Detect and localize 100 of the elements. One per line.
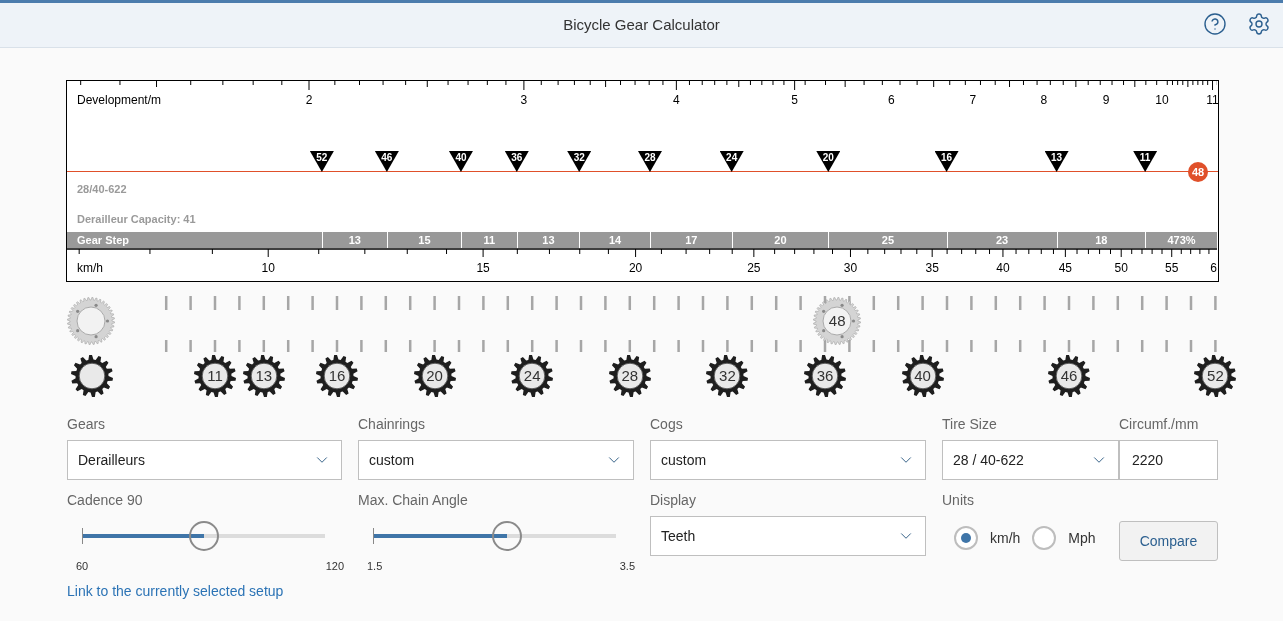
teeth-count: 28 [621, 368, 639, 384]
gear-marker: 36 [504, 151, 529, 172]
tick-label: 55 [1165, 260, 1179, 277]
gear-marker: 20 [816, 151, 841, 172]
tick-label: 6 [1210, 260, 1217, 277]
slider-min-label: 60 [76, 559, 89, 574]
axis-label: km/h [77, 260, 103, 277]
selected-chainring-badge: 48 [1188, 162, 1208, 182]
compare-button[interactable]: Compare [1119, 521, 1218, 561]
dropdown[interactable]: Derailleurs [67, 440, 342, 480]
gear-marker: 28 [637, 151, 662, 172]
gear-marker: 40 [448, 151, 473, 172]
tick-label: 10 [261, 260, 275, 277]
tick-label: 35 [925, 260, 939, 277]
field-label: Cogs [650, 415, 684, 434]
tick-label: 4 [673, 92, 680, 109]
dropdown[interactable]: custom [650, 440, 926, 480]
gear-step-cell: 473% [1145, 232, 1217, 248]
gear-step-cell: 20 [731, 232, 829, 248]
field-label: Cadence 90 [67, 491, 144, 510]
cog-icon [412, 354, 457, 398]
gear-marker: 13 [1044, 151, 1069, 172]
help-icon[interactable] [1203, 12, 1227, 36]
cog-icon [193, 354, 237, 398]
gear-step-cell: 13 [516, 232, 580, 248]
cog-icon [315, 354, 359, 398]
axis-label: Development/m [77, 92, 162, 109]
gear-step-cell: 14 [579, 232, 650, 248]
teeth-count: 24 [523, 368, 541, 384]
tick-label: 30 [843, 260, 858, 277]
tick-label: 45 [1058, 260, 1073, 277]
dropdown[interactable]: 28 / 40-622 [942, 440, 1119, 480]
slider-thumb[interactable] [188, 521, 219, 551]
teeth-count: 11 [207, 368, 223, 384]
gear-step-cell: 15 [386, 232, 461, 248]
tick-label: 25 [747, 260, 761, 277]
teeth-count: 16 [328, 368, 346, 384]
gear-step-cell: 23 [946, 232, 1057, 248]
window-title: Bicycle Gear Calculator [563, 14, 720, 35]
cog-icon [1047, 354, 1091, 398]
field-label: Gears [67, 415, 107, 434]
gear-marker: 16 [934, 151, 959, 172]
field-label: Max. Chain Angle [358, 491, 469, 510]
setup-link[interactable]: Link to the currently selected setup [67, 580, 1219, 602]
tick-label: 20 [628, 260, 643, 277]
cog-icon [70, 354, 114, 398]
cog-icon [705, 354, 750, 398]
radio-option[interactable]: km/h [954, 526, 1021, 550]
radio-button[interactable] [1032, 526, 1057, 550]
tick-label: 8 [1040, 92, 1048, 109]
field-label: Units [942, 491, 975, 510]
gear-step-cell: Gear Step [67, 232, 322, 248]
slider-min-label: 1.5 [367, 559, 383, 574]
slider-max-label: 3.5 [619, 559, 635, 574]
dropdown[interactable]: Teeth [650, 516, 926, 556]
tick-label: 15 [476, 260, 490, 277]
gear-marker: 32 [567, 151, 592, 172]
gear-marker: 52 [309, 151, 334, 172]
slider-max-label: 120 [325, 559, 344, 574]
teeth-count: 48 [828, 313, 846, 329]
field-label: Circumf./mm [1119, 415, 1200, 434]
cog-icon [1193, 354, 1238, 398]
radio-button[interactable] [954, 526, 978, 550]
tick-label: 11 [1206, 92, 1218, 109]
slider-track[interactable] [373, 534, 616, 538]
teeth-count: 20 [426, 368, 443, 384]
cog-icon [900, 354, 945, 398]
cog-icon [510, 354, 555, 398]
field-label: Display [650, 491, 697, 510]
tick-label: 5 [791, 92, 798, 109]
gear-step-cell: 11 [460, 232, 517, 248]
tick-label: 40 [996, 260, 1010, 277]
gear-marker: 24 [719, 151, 744, 172]
cog-icon [803, 354, 847, 398]
settings-icon[interactable] [1247, 12, 1271, 36]
radio-option[interactable]: Mph [1032, 526, 1096, 550]
gear-step-cell: 25 [828, 232, 947, 248]
teeth-count: 13 [255, 368, 273, 384]
info-text: 28/40-622 [77, 182, 127, 197]
gear-step-cell: 18 [1056, 232, 1146, 248]
tick-label: 10 [1155, 92, 1169, 109]
teeth-count: 32 [719, 368, 736, 384]
cog-icon [607, 354, 652, 398]
slider-thumb[interactable] [491, 521, 522, 551]
tick-label: 50 [1114, 260, 1128, 277]
tick-label: 6 [887, 92, 895, 109]
dropdown[interactable]: custom [358, 440, 634, 480]
slider-track[interactable] [82, 534, 325, 538]
info-text: Derailleur Capacity: 41 [77, 212, 196, 227]
gear-step-cell: 13 [321, 232, 387, 248]
gear-step-cell: 17 [649, 232, 732, 248]
field-label: Tire Size [942, 415, 998, 434]
tick-label: 2 [305, 92, 313, 109]
field-label: Chainrings [358, 415, 426, 434]
gear-marker: 46 [374, 151, 399, 172]
tick-label: 9 [1102, 92, 1110, 109]
circumference-input[interactable]: 2220 [1119, 440, 1218, 480]
gear-marker: 11 [1133, 151, 1158, 172]
chainring-icon [813, 297, 862, 345]
teeth-count: 52 [1207, 368, 1224, 384]
